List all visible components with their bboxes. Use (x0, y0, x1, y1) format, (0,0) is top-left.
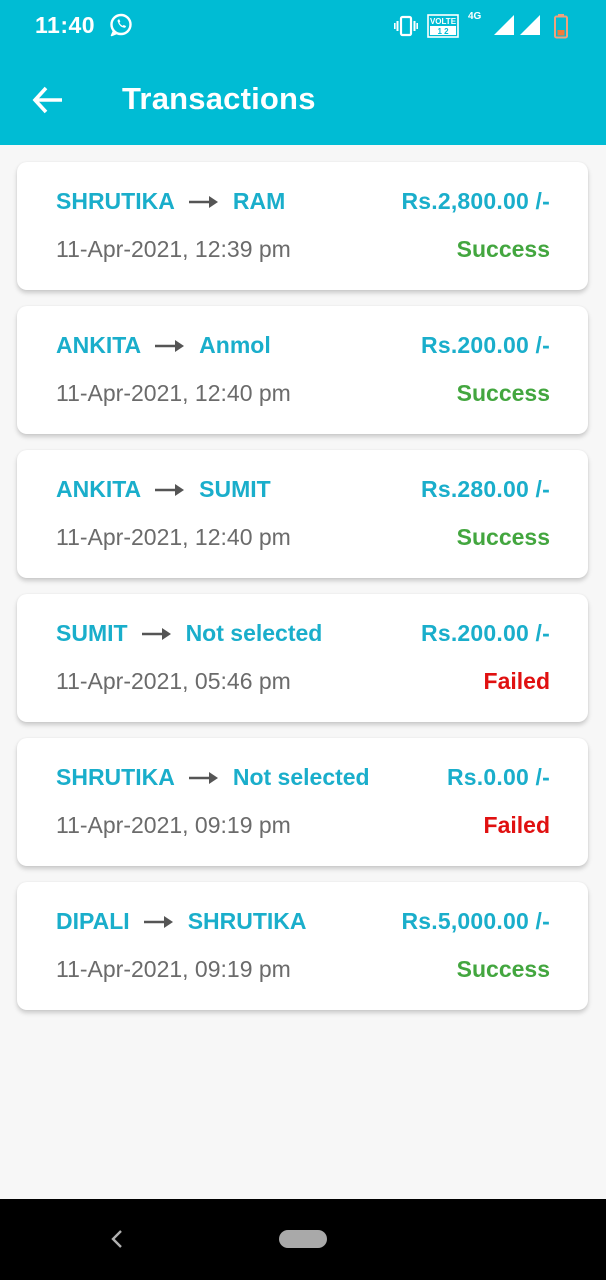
back-button[interactable] (28, 82, 68, 118)
volte-label: VOLTE (430, 17, 457, 26)
app-bar: Transactions (0, 54, 606, 145)
transfer-parties: SUMIT Not selected (56, 620, 322, 647)
sender-name: ANKITA (56, 476, 142, 502)
transfer-parties: SHRUTIKA Not selected (56, 764, 370, 791)
transaction-datetime: 11-Apr-2021, 12:40 pm (56, 380, 291, 406)
transfer-parties: ANKITA Anmol (56, 332, 271, 359)
receiver-name: RAM (232, 188, 286, 214)
status-badge: Success (456, 956, 550, 982)
sender-name: DIPALI (56, 908, 130, 934)
sender-name: SHRUTIKA (56, 764, 175, 790)
transaction-amount: Rs.200.00 /- (421, 620, 550, 646)
transaction-amount: Rs.2,800.00 /- (401, 188, 550, 214)
status-badge: Failed (483, 812, 550, 838)
system-nav-bar (0, 1199, 606, 1280)
receiver-name: SHRUTIKA (187, 908, 307, 934)
svg-text:1 2: 1 2 (437, 27, 449, 36)
receiver-name: SUMIT (199, 476, 271, 502)
sender-name: ANKITA (56, 332, 142, 358)
transaction-amount: Rs.5,000.00 /- (401, 908, 550, 934)
transfer-parties: ANKITA SUMIT (56, 476, 271, 503)
transaction-card[interactable]: SHRUTIKA RAM Rs.2,800.00 /- 11-Apr-2021,… (17, 162, 588, 290)
receiver-name: Anmol (199, 332, 271, 358)
transaction-card[interactable]: ANKITA SUMIT Rs.280.00 /- 11-Apr-2021, 1… (17, 450, 588, 578)
back-triangle-icon[interactable] (108, 1228, 126, 1255)
arrow-left-icon[interactable] (28, 82, 68, 118)
page-title: Transactions (122, 81, 316, 116)
vibrate-icon (394, 15, 419, 42)
arrow-right-icon (141, 620, 172, 647)
battery-icon (553, 13, 569, 44)
transaction-card[interactable]: SHRUTIKA Not selected Rs.0.00 /- 11-Apr-… (17, 738, 588, 866)
signal-icon (493, 14, 515, 41)
transaction-card[interactable]: ANKITA Anmol Rs.200.00 /- 11-Apr-2021, 1… (17, 306, 588, 434)
arrow-right-icon (188, 764, 219, 791)
status-badge: Failed (483, 668, 550, 694)
receiver-name: Not selected (185, 620, 323, 646)
arrow-right-icon (155, 332, 185, 359)
status-badge: Success (456, 380, 550, 406)
status-badge: Success (456, 236, 550, 262)
transaction-datetime: 11-Apr-2021, 09:19 pm (56, 956, 291, 982)
transaction-amount: Rs.280.00 /- (421, 476, 550, 502)
transaction-card[interactable]: DIPALI SHRUTIKA Rs.5,000.00 /- 11-Apr-20… (17, 882, 588, 1010)
volte-icon: VOLTE 1 2 (427, 14, 459, 43)
sender-name: SUMIT (56, 620, 128, 646)
status-badge: Success (456, 524, 550, 550)
receiver-name: Not selected (232, 764, 370, 790)
transfer-parties: SHRUTIKA RAM (56, 188, 285, 215)
transaction-amount: Rs.200.00 /- (421, 332, 550, 358)
arrow-right-icon (188, 188, 219, 215)
transaction-card[interactable]: SUMIT Not selected Rs.200.00 /- 11-Apr-2… (17, 594, 588, 722)
arrow-right-icon (155, 476, 185, 503)
transaction-datetime: 11-Apr-2021, 12:40 pm (56, 524, 291, 550)
transaction-datetime: 11-Apr-2021, 09:19 pm (56, 812, 291, 838)
network-type-label: 4G (468, 11, 482, 22)
arrow-right-icon (143, 908, 174, 935)
transfer-parties: DIPALI SHRUTIKA (56, 908, 307, 935)
whatsapp-icon (108, 12, 134, 43)
home-pill-icon[interactable] (279, 1230, 327, 1248)
signal-icon (519, 14, 541, 41)
sender-name: SHRUTIKA (56, 188, 175, 214)
status-time: 11:40 (35, 12, 96, 38)
transaction-amount: Rs.0.00 /- (447, 764, 550, 790)
transaction-datetime: 11-Apr-2021, 05:46 pm (56, 668, 291, 694)
status-bar: 11:40 VOLTE 1 2 4G (0, 0, 606, 54)
transaction-datetime: 11-Apr-2021, 12:39 pm (56, 236, 291, 262)
